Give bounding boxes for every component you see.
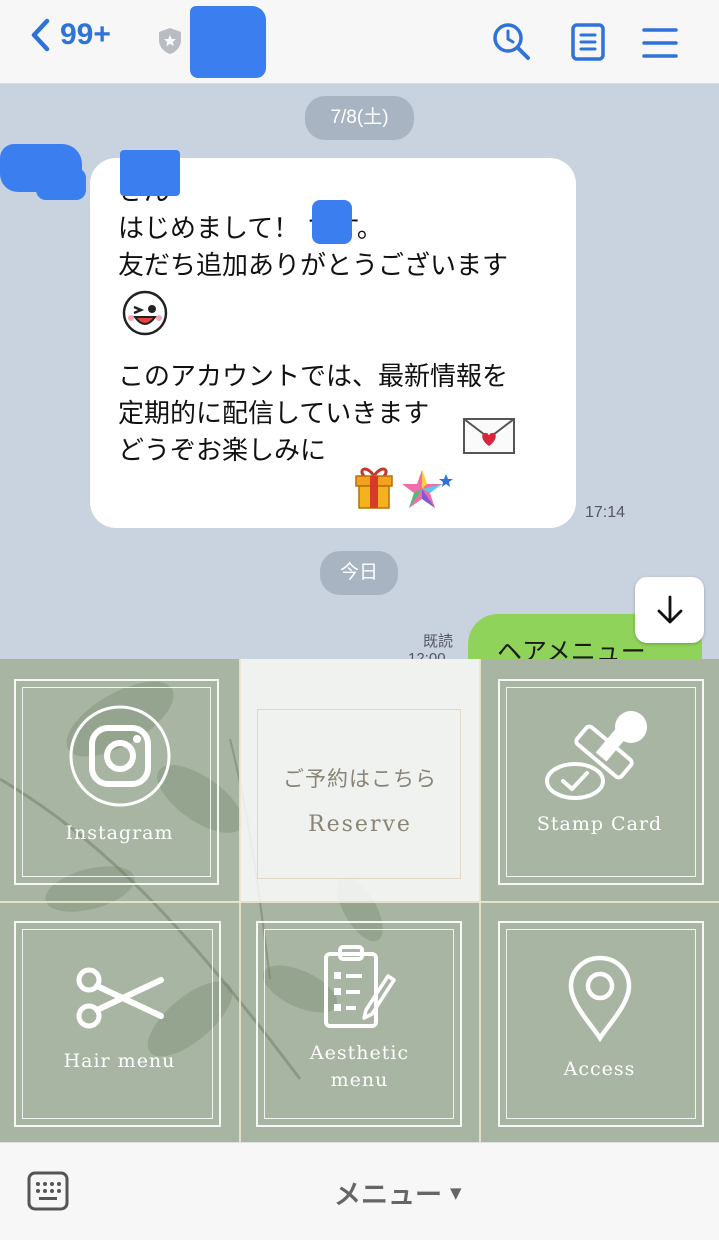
aesthetic-menu-button[interactable]: Aesthetic menu bbox=[240, 903, 479, 1142]
instagram-label: Instagram bbox=[65, 821, 174, 844]
caret-down-icon: ▼ bbox=[450, 1183, 462, 1202]
unread-count: 99+ bbox=[60, 18, 111, 51]
keyboard-icon[interactable] bbox=[27, 1171, 69, 1211]
read-receipt: 既読 bbox=[423, 632, 454, 650]
back-button[interactable]: 99+ bbox=[30, 18, 111, 52]
hair-menu-label: Hair menu bbox=[63, 1050, 176, 1072]
stamp-icon bbox=[544, 710, 647, 800]
reserve-label-jp: ご予約はこちら bbox=[283, 767, 437, 791]
back-chevron-icon bbox=[31, 18, 50, 52]
arrow-down-icon bbox=[657, 595, 682, 624]
rich-menu: ご予約はこちら Reserve Instagram Stamp Card Hai… bbox=[0, 659, 719, 1142]
sent-time: 12:00 bbox=[408, 650, 446, 659]
clipboard-checklist-icon bbox=[323, 944, 396, 1028]
hair-menu-button[interactable]: Hair menu bbox=[0, 903, 239, 1142]
stamp-card-label: Stamp Card bbox=[536, 812, 663, 835]
notes-icon[interactable] bbox=[570, 22, 606, 62]
redacted-avatar-part bbox=[36, 168, 86, 200]
chat-header: 99+ bbox=[0, 0, 719, 84]
access-button[interactable]: Access bbox=[480, 903, 719, 1142]
instagram-button[interactable]: Instagram bbox=[0, 659, 239, 901]
scissors-icon bbox=[76, 967, 164, 1029]
wink-face-emoji-icon bbox=[122, 290, 168, 336]
chat-area[interactable]: 7/8(土) さん はじめまして！ です。 友だち追加ありがとうございます この… bbox=[0, 84, 719, 659]
sent-message-text: ヘアメニュー bbox=[497, 637, 646, 659]
stamp-card-button[interactable]: Stamp Card bbox=[480, 659, 719, 901]
access-label: Access bbox=[563, 1058, 636, 1080]
gift-emoji-icon bbox=[355, 467, 393, 509]
message-time: 17:14 bbox=[585, 504, 626, 521]
official-shield-icon bbox=[159, 28, 181, 54]
aesthetic-menu-label: Aesthetic menu bbox=[309, 1041, 410, 1091]
date-pill: 7/8(土) bbox=[305, 96, 414, 140]
reserve-frame bbox=[257, 709, 461, 879]
menu-toggle-button[interactable]: メニュー ▼ bbox=[334, 1173, 462, 1212]
menu-toggle-label: メニュー bbox=[334, 1180, 442, 1211]
redacted-sender-name bbox=[312, 200, 352, 244]
today-pill: 今日 bbox=[320, 551, 398, 595]
scroll-to-bottom-button[interactable] bbox=[635, 577, 704, 643]
sparkle-star-emoji-icon bbox=[402, 470, 453, 508]
redacted-name bbox=[120, 150, 180, 196]
bottom-bar: メニュー ▼ bbox=[0, 1142, 719, 1240]
instagram-icon bbox=[69, 705, 170, 806]
search-icon[interactable] bbox=[492, 22, 532, 62]
love-letter-emoji-icon bbox=[463, 418, 515, 454]
redacted-account-name bbox=[190, 6, 266, 78]
location-pin-icon bbox=[568, 955, 631, 1042]
reserve-label-en: Reserve bbox=[308, 812, 412, 837]
menu-icon[interactable] bbox=[642, 26, 678, 60]
